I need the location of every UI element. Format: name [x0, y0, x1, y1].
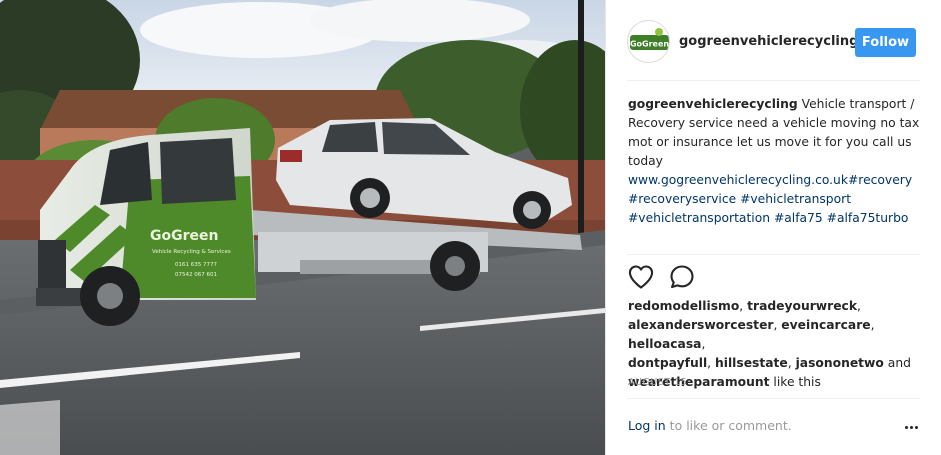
- truck-brand-text: GoGreen: [150, 228, 218, 244]
- avatar-logo-text: GoGreen: [630, 40, 669, 49]
- hashtag-recoveryservice[interactable]: #recoveryservice: [628, 192, 736, 206]
- post-date[interactable]: AUGUST 15: [628, 377, 687, 388]
- more-options-dot: [914, 426, 918, 429]
- hashtag-alfa75turbo[interactable]: #alfa75turbo: [827, 211, 909, 225]
- likes-and-word: and: [887, 356, 911, 370]
- gogreen-logo-icon: GoGreen: [628, 21, 669, 62]
- hashtag-recovery[interactable]: #recovery: [848, 173, 912, 187]
- liker-tradeyourwreck[interactable]: tradeyourwreck: [747, 299, 857, 313]
- post-photo[interactable]: GoGreen Vehicle Recycling & Services 016…: [0, 0, 605, 455]
- liker-helloacasa[interactable]: helloacasa: [628, 337, 701, 351]
- actions-divider: [627, 254, 920, 255]
- post-side-panel: GoGreen gogreenvehiclerecycling Follow g…: [605, 0, 941, 455]
- truck-photo-illustration: GoGreen Vehicle Recycling & Services 016…: [0, 0, 605, 455]
- header-username[interactable]: gogreenvehiclerecycling: [679, 34, 858, 49]
- more-options-icon: [904, 426, 908, 429]
- truck-subtitle-text: Vehicle Recycling & Services: [152, 249, 231, 255]
- truck-phone-2: 07542 067 601: [175, 272, 217, 278]
- liker-alexandersworcester[interactable]: alexandersworcester: [628, 318, 773, 332]
- avatar[interactable]: GoGreen: [627, 20, 670, 63]
- hashtag-vehicletransport[interactable]: #vehicletransport: [740, 192, 851, 206]
- liker-dontpayfull[interactable]: dontpayfull: [628, 356, 707, 370]
- post-caption: gogreenvehiclerecycling Vehicle transpor…: [628, 95, 924, 228]
- post-header: GoGreen gogreenvehiclerecycling Follow: [606, 0, 941, 80]
- login-suffix: to like or comment.: [665, 418, 792, 433]
- comment-button[interactable]: [668, 263, 696, 291]
- login-prompt: Log in to like or comment.: [628, 418, 792, 433]
- footer-divider: [627, 398, 920, 399]
- heart-outline-icon: [628, 265, 654, 289]
- caption-website-link[interactable]: www.gogreenvehiclerecycling.co.uk: [628, 173, 848, 187]
- hashtag-vehicletransportation[interactable]: #vehicletransportation: [628, 211, 770, 225]
- like-button[interactable]: [627, 263, 655, 291]
- follow-button[interactable]: Follow: [855, 28, 916, 57]
- more-options-button[interactable]: [900, 417, 922, 435]
- more-options-dot: [909, 426, 913, 429]
- comment-bubble-icon: [670, 265, 694, 289]
- liker-hillsestate[interactable]: hillsestate: [715, 356, 788, 370]
- login-link[interactable]: Log in: [628, 418, 666, 433]
- hashtag-alfa75[interactable]: #alfa75: [774, 211, 823, 225]
- likes-suffix: like this: [773, 375, 821, 389]
- liker-jasononetwo[interactable]: jasononetwo: [796, 356, 884, 370]
- caption-username[interactable]: gogreenvehiclerecycling: [628, 97, 798, 111]
- instagram-post: GoGreen Vehicle Recycling & Services 016…: [0, 0, 941, 455]
- liker-eveincarcare[interactable]: eveincarcare: [781, 318, 870, 332]
- liker-redomodellismo[interactable]: redomodellismo: [628, 299, 739, 313]
- header-divider: [627, 80, 920, 81]
- truck-phone-1: 0161 635 7777: [175, 262, 217, 268]
